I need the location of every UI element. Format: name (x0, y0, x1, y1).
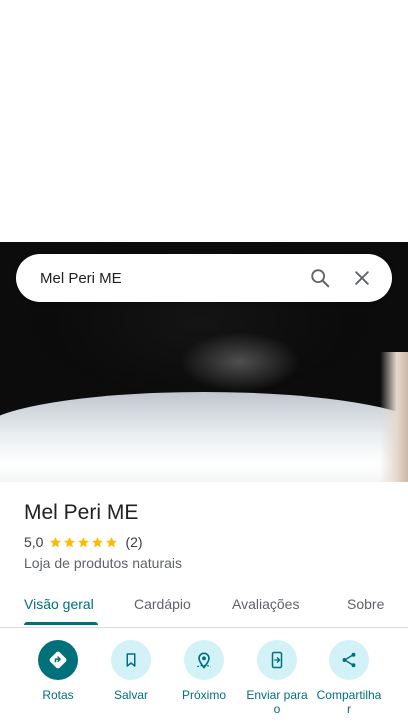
search-bar[interactable]: Mel Peri ME (16, 254, 392, 302)
send-to-phone-button[interactable]: Enviar para o (239, 640, 315, 716)
map-blank-area (0, 0, 408, 242)
star-rating (49, 536, 119, 549)
nearby-button[interactable]: Próximo (166, 640, 242, 702)
star-icon (78, 536, 90, 547)
bookmark-icon (111, 640, 151, 680)
save-button[interactable]: Salvar (93, 640, 169, 702)
place-info: Mel Peri ME 5,0 (2) Loja de produtos nat… (24, 500, 392, 571)
star-icon (50, 536, 62, 547)
share-label: Compartilha r (311, 688, 387, 716)
search-icon[interactable] (302, 260, 338, 296)
place-title: Mel Peri ME (24, 501, 139, 524)
action-bar: Rotas Salvar Próximo Enviar para o Compa… (0, 640, 408, 724)
star-icon (106, 536, 118, 547)
star-icon (64, 536, 76, 547)
photo-edge (380, 352, 408, 482)
share-button[interactable]: Compartilha r (311, 640, 387, 716)
share-label-line-2: r (347, 702, 351, 716)
search-input[interactable]: Mel Peri ME (40, 270, 296, 287)
review-count[interactable]: (2) (125, 534, 142, 550)
rating-row[interactable]: 5,0 (2) (24, 534, 392, 550)
send-to-phone-label-line-2: o (273, 702, 281, 716)
send-to-phone-icon (257, 640, 297, 680)
active-tab-indicator (24, 622, 98, 625)
tab-about[interactable]: Sobre (347, 584, 384, 628)
photo-glare (180, 332, 300, 392)
directions-button[interactable]: Rotas (20, 640, 96, 702)
place-category[interactable]: Loja de produtos naturais (24, 555, 392, 571)
save-label: Salvar (113, 688, 148, 702)
tab-menu[interactable]: Cardápio (134, 584, 191, 628)
star-icon (92, 536, 104, 547)
nearby-label: Próximo (181, 688, 226, 702)
photo-jar-rim (0, 392, 408, 482)
directions-icon (38, 640, 78, 680)
send-to-phone-label: Enviar para o (239, 688, 315, 716)
share-icon (329, 640, 369, 680)
directions-label: Rotas (42, 688, 74, 702)
send-to-phone-label-line-1: Enviar para (246, 688, 308, 702)
rating-value: 5,0 (24, 534, 44, 550)
nearby-icon (184, 640, 224, 680)
tab-reviews[interactable]: Avaliações (232, 584, 299, 628)
close-icon[interactable] (344, 260, 380, 296)
share-label-line-1: Compartilha (316, 688, 382, 702)
